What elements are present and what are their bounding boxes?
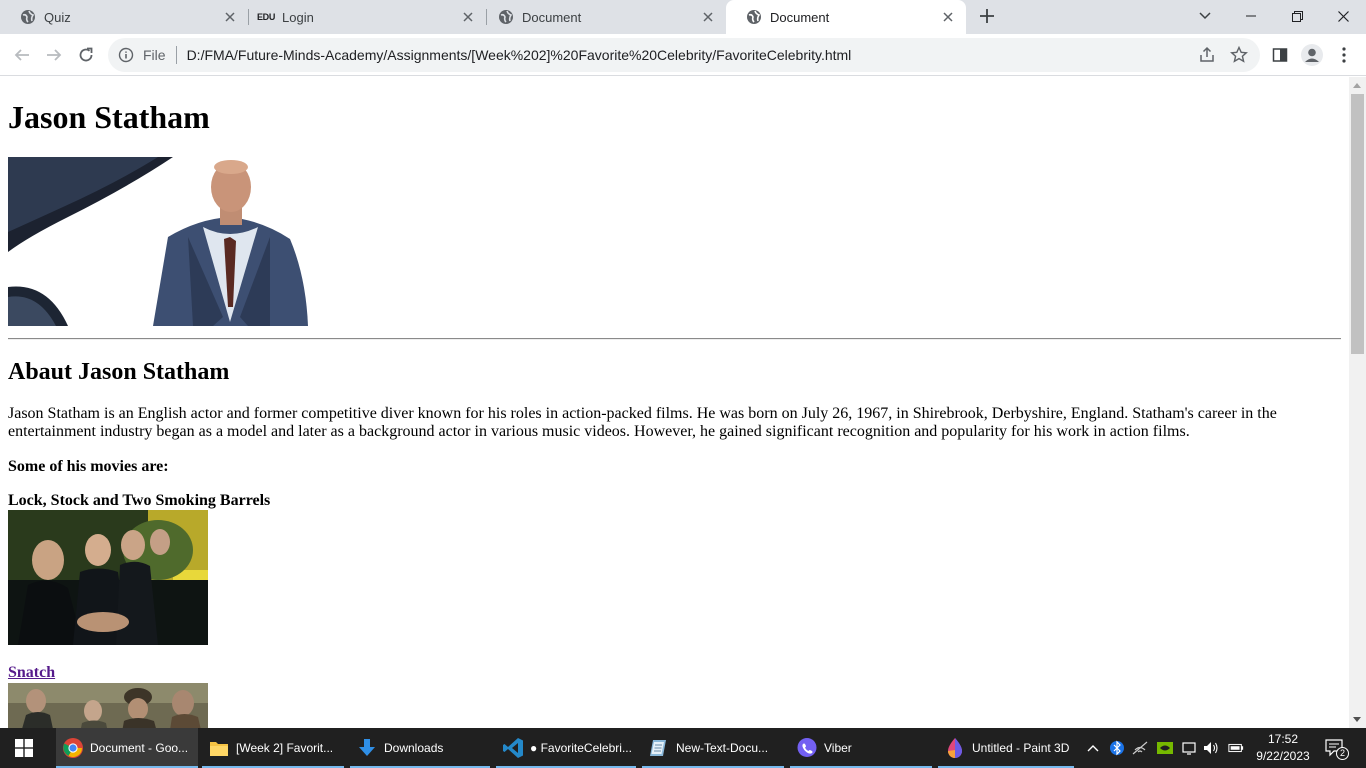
taskbar-label: [Week 2] Favorit... [236,741,334,755]
movie-still-snatch [8,683,208,728]
notepad-icon [648,737,670,759]
close-tab-icon[interactable] [700,9,716,25]
vscode-icon [502,737,524,759]
bluetooth-icon[interactable] [1109,740,1125,756]
edu-favicon-icon: EDU [256,12,276,22]
scroll-thumb[interactable] [1351,94,1364,354]
taskbar-item-downloads[interactable]: Downloads [350,728,490,768]
profile-avatar-icon [1301,44,1323,66]
celebrity-photo [8,157,308,326]
tab-title: Quiz [44,9,71,25]
page-viewport: Jason Statham Abaut Jason Statham Jason … [0,77,1349,728]
scroll-down-arrow-icon[interactable] [1353,717,1361,722]
paint3d-icon [944,737,966,759]
vertical-scrollbar[interactable] [1349,77,1366,728]
minimize-icon [1246,15,1256,17]
tab-search-button[interactable] [1182,0,1228,32]
taskbar-item-vscode[interactable]: ● FavoriteCelebri... [496,728,636,768]
network-muted-icon[interactable] [1132,740,1148,756]
taskbar-item-notepad[interactable]: New-Text-Docu... [642,728,784,768]
url-text[interactable]: D:/FMA/Future-Minds-Academy/Assignments/… [187,47,852,63]
profile-button[interactable] [1300,43,1324,67]
tab-title: Login [282,9,314,25]
folder-icon [208,737,230,759]
viber-icon [796,737,818,759]
arrow-left-icon [14,49,29,61]
display-icon[interactable] [1181,740,1197,756]
chevron-down-icon [1199,12,1211,20]
reload-button[interactable] [70,39,102,71]
kebab-menu-icon [1342,47,1346,63]
globe-icon [20,9,36,25]
system-clock[interactable]: 17:52 9/22/2023 [1254,731,1312,765]
notification-center-button[interactable]: 2 [1324,738,1349,760]
taskbar-label: Untitled - Paint 3D [972,741,1070,755]
tab-document[interactable]: Document [478,0,726,34]
section-divider [8,338,1341,340]
taskbar-label: Viber [824,741,852,755]
address-divider [175,46,177,64]
minimize-button[interactable] [1228,0,1274,32]
taskbar-label: ● FavoriteCelebri... [530,741,632,755]
globe-icon [498,9,514,25]
restore-icon [1291,10,1303,22]
new-tab-button[interactable] [972,0,1002,32]
start-button[interactable] [0,728,48,768]
chevron-up-icon [1087,745,1099,752]
page-title: Jason Statham [8,99,210,135]
clock-date: 9/22/2023 [1256,749,1310,763]
taskbar-item-viber[interactable]: Viber [790,728,932,768]
movie-title: Lock, Stock and Two Smoking Barrels [8,492,271,509]
reload-icon [79,47,93,62]
plus-icon [980,9,994,23]
notification-badge: 2 [1336,747,1349,760]
side-panel-icon [1272,48,1288,62]
close-window-button[interactable] [1320,0,1366,32]
restore-button[interactable] [1274,0,1320,32]
tab-title: Document [770,9,830,25]
nvidia-icon[interactable] [1157,740,1173,756]
close-tab-icon[interactable] [940,9,956,25]
about-heading: Abaut Jason Statham [8,359,230,385]
tab-login[interactable]: EDU Login [238,0,486,34]
close-tab-icon[interactable] [222,9,238,25]
movie-link-snatch[interactable]: Snatch [8,664,55,682]
battery-icon[interactable] [1228,740,1244,756]
taskbar-label: New-Text-Docu... [676,741,769,755]
share-icon [1200,46,1214,62]
menu-button[interactable] [1334,45,1354,65]
taskbar-item-paint3d[interactable]: Untitled - Paint 3D [938,728,1074,768]
close-tab-icon[interactable] [460,9,476,25]
tab-title: Document [522,9,582,25]
tab-strip: Quiz EDU Login Document Document [0,0,1366,34]
taskbar-label: Document - Goo... [90,741,189,755]
scroll-up-arrow-icon[interactable] [1353,83,1361,88]
info-icon [118,47,134,63]
scheme-label: File [143,47,166,63]
movie-still-lock-stock [8,510,208,645]
arrow-right-icon [47,49,62,61]
star-icon [1230,46,1248,63]
browser-toolbar: File D:/FMA/Future-Minds-Academy/Assignm… [0,34,1366,76]
globe-icon [746,9,762,25]
speaker-icon[interactable] [1203,740,1219,756]
forward-button[interactable] [38,39,70,71]
taskbar-label: Downloads [384,741,444,755]
close-icon [1337,10,1349,22]
movies-heading: Some of his movies are: [8,458,169,475]
show-hidden-icons-button[interactable] [1085,740,1101,756]
taskbar-item-chrome[interactable]: Document - Goo... [56,728,198,768]
tab-quiz[interactable]: Quiz [0,0,248,34]
windows-logo-icon [15,739,33,757]
side-panel-button[interactable] [1270,45,1290,65]
about-paragraph: Jason Statham is an English actor and fo… [8,405,1277,440]
chrome-icon [62,737,84,759]
back-button[interactable] [6,39,38,71]
clock-time: 17:52 [1267,732,1299,746]
taskbar-item-explorer[interactable]: [Week 2] Favorit... [202,728,344,768]
address-bar[interactable]: File D:/FMA/Future-Minds-Academy/Assignm… [108,38,1260,72]
tab-document-active[interactable]: Document [726,0,966,34]
download-icon [356,737,378,759]
windows-taskbar: Document - Goo... [Week 2] Favorit... Do… [0,728,1366,768]
